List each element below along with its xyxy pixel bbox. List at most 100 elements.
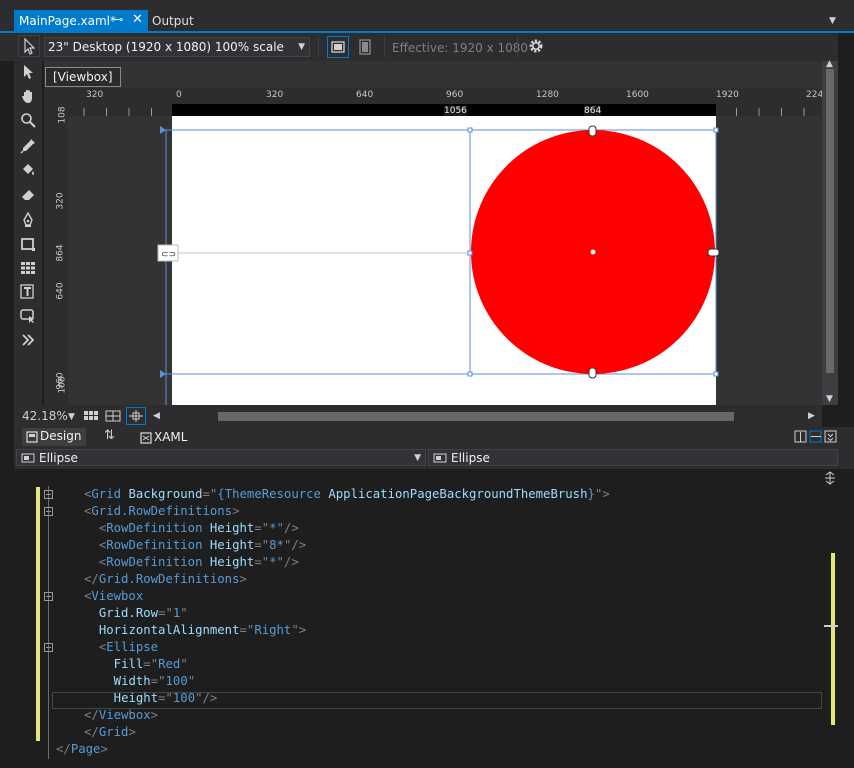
- resize-handle[interactable]: [713, 371, 719, 377]
- selection-pointer-button[interactable]: [18, 35, 40, 57]
- tab-design[interactable]: Design: [22, 428, 86, 446]
- code-token: Grid: [91, 487, 122, 501]
- toolbar-divider: [517, 37, 518, 57]
- tab-list-dropdown-icon[interactable]: ▼: [829, 16, 836, 26]
- device-select[interactable]: 23" Desktop (1920 x 1080) 100% scale ▼: [44, 37, 310, 57]
- split-layout-buttons[interactable]: [794, 430, 838, 444]
- code-line[interactable]: Fill="Red": [114, 656, 188, 673]
- code-line[interactable]: </Grid.RowDefinitions>: [84, 571, 247, 588]
- grid-tool-icon[interactable]: [20, 260, 36, 276]
- code-token: >: [100, 742, 108, 756]
- resize-handle[interactable]: [467, 371, 473, 377]
- tab-output[interactable]: Output: [152, 14, 194, 28]
- more-tools-icon[interactable]: [20, 332, 36, 348]
- scroll-left-icon[interactable]: ◀: [153, 411, 160, 421]
- code-line[interactable]: <RowDefinition Height="*"/>: [99, 554, 299, 571]
- zoom-level[interactable]: 42.18%: [22, 409, 68, 423]
- code-line[interactable]: Width="100": [114, 673, 195, 690]
- zoom-tool-icon[interactable]: [20, 112, 36, 128]
- code-line[interactable]: Grid.Row="1": [99, 605, 188, 622]
- split-editor-icon[interactable]: [824, 471, 836, 485]
- page-canvas[interactable]: ⊂⊃: [44, 116, 822, 405]
- chevron-down-icon: ▼: [414, 453, 421, 463]
- snap-grid-icon[interactable]: [104, 409, 122, 423]
- landscape-orientation-button[interactable]: [327, 36, 349, 58]
- code-token: </: [84, 725, 99, 739]
- swap-panes-icon[interactable]: ⇅: [104, 428, 115, 443]
- collapse-toggle-icon[interactable]: [44, 490, 53, 499]
- design-vertical-scrollbar[interactable]: ▲ ▼: [822, 59, 838, 405]
- gear-icon[interactable]: [527, 37, 545, 55]
- resize-handle[interactable]: [713, 127, 719, 133]
- code-token: Grid: [98, 725, 129, 739]
- code-line[interactable]: </Viewbox>: [84, 707, 158, 724]
- text-tool-icon[interactable]: [20, 284, 36, 300]
- code-line[interactable]: <RowDefinition Height="8*"/>: [99, 537, 306, 554]
- code-line[interactable]: <Grid Background="{ThemeResource Applica…: [84, 486, 610, 503]
- code-token: >: [232, 504, 240, 518]
- code-line[interactable]: </Grid>: [84, 724, 136, 741]
- code-token: RowDefinition: [106, 521, 203, 535]
- code-line[interactable]: HorizontalAlignment="Right">: [99, 622, 306, 639]
- element-icon: [21, 453, 35, 463]
- ellipse-center-marker: [590, 249, 596, 255]
- selection-tool-icon[interactable]: [20, 64, 36, 80]
- code-token: Right: [254, 623, 292, 637]
- resize-handle[interactable]: [467, 127, 473, 133]
- resize-handle[interactable]: [467, 250, 473, 256]
- grid-toggle-icon[interactable]: [82, 409, 100, 423]
- tab-xaml[interactable]: XAML: [140, 428, 200, 446]
- code-line[interactable]: <Grid.RowDefinitions>: [84, 503, 239, 520]
- code-line[interactable]: Height="100"/>: [114, 690, 218, 707]
- code-token: *: [269, 521, 277, 535]
- collapse-toggle-icon[interactable]: [44, 592, 53, 601]
- eyedropper-tool-icon[interactable]: [20, 138, 36, 154]
- collapse-toggle-icon[interactable]: [44, 507, 53, 516]
- code-token: Ellipse: [106, 640, 159, 654]
- pin-icon[interactable]: ⊸: [114, 13, 123, 26]
- code-line[interactable]: </Page>: [56, 741, 108, 758]
- toolbar-divider: [384, 37, 385, 57]
- element-member-select[interactable]: Ellipse: [428, 449, 838, 466]
- element-type-select[interactable]: Ellipse ▼: [16, 449, 426, 466]
- rectangle-tool-icon[interactable]: [20, 236, 36, 252]
- eraser-tool-icon[interactable]: [20, 186, 36, 202]
- tab-mainpage-xaml[interactable]: MainPage.xaml* ⊸ ✕: [14, 10, 148, 33]
- close-icon[interactable]: ✕: [132, 12, 143, 27]
- code-line[interactable]: <Viewbox: [84, 588, 143, 605]
- paint-bucket-tool-icon[interactable]: [20, 162, 36, 178]
- zoom-dropdown-icon[interactable]: ▼: [68, 412, 75, 422]
- ruler-label: 960: [446, 90, 464, 100]
- element-icon: [433, 453, 447, 463]
- link-handle-icon[interactable]: [707, 248, 720, 257]
- control-tool-icon[interactable]: [20, 308, 36, 324]
- scroll-up-icon[interactable]: ▲: [826, 59, 833, 69]
- code-vertical-scrollbar[interactable]: [822, 469, 838, 768]
- scroll-thumb[interactable]: [826, 69, 834, 373]
- ruler-label: 224: [806, 90, 824, 100]
- scroll-right-icon[interactable]: ▶: [808, 411, 815, 421]
- snap-lines-button[interactable]: [126, 407, 146, 425]
- tab-xaml-label: XAML: [154, 430, 188, 444]
- horizontal-ruler: 320 0 320 640 960 1280 1600 1920 224 105…: [44, 88, 824, 116]
- code-token: Height: [113, 691, 159, 705]
- link-handle-icon[interactable]: [588, 125, 597, 137]
- pen-tool-icon[interactable]: [20, 212, 36, 228]
- code-token: *: [269, 555, 277, 569]
- code-token: ": [187, 674, 196, 688]
- code-line[interactable]: <RowDefinition Height="*"/>: [99, 520, 299, 537]
- portrait-orientation-button[interactable]: [354, 36, 376, 58]
- design-horizontal-scroll-thumb[interactable]: [218, 412, 734, 421]
- tab-design-label: Design: [40, 429, 82, 443]
- code-line[interactable]: <Ellipse: [99, 639, 158, 656]
- collapse-toggle-icon[interactable]: [44, 643, 53, 652]
- pan-tool-icon[interactable]: [20, 88, 36, 104]
- link-handle-icon[interactable]: [588, 367, 597, 379]
- code-token: ApplicationPageBackgroundThemeBrush: [328, 487, 588, 501]
- code-token: "/>: [276, 555, 299, 569]
- code-token: 100: [165, 674, 188, 688]
- code-token: >: [239, 572, 247, 586]
- code-token: Height: [209, 521, 255, 535]
- scroll-down-icon[interactable]: ▼: [826, 394, 833, 404]
